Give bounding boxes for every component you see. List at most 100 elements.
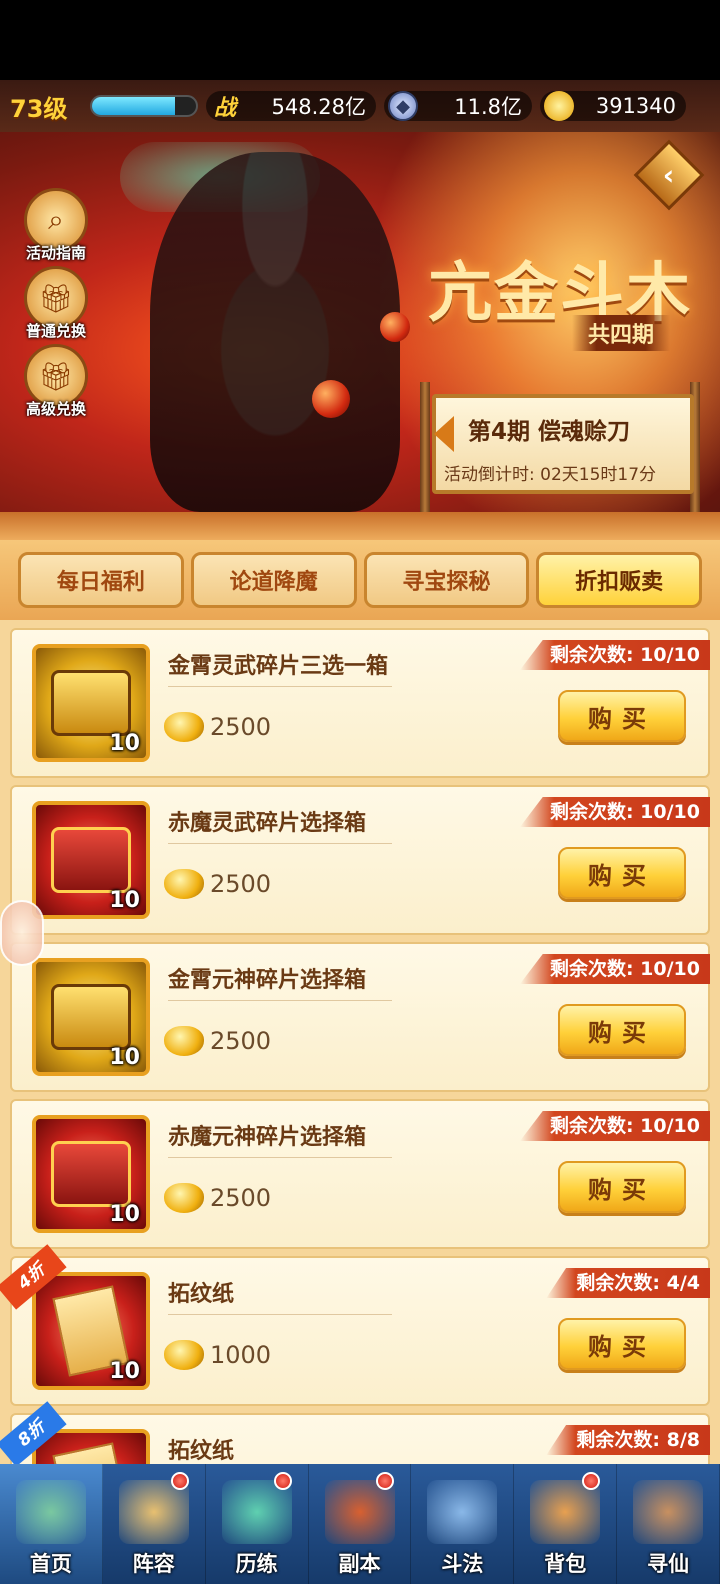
chest-item-image: [51, 827, 131, 893]
xp-bar-fill: [92, 97, 176, 115]
chest-item-image: [51, 670, 131, 736]
advanced-exchange-button[interactable]: 🎁︎ 高级兑换: [18, 344, 94, 419]
item-name: 金霄元神碎片选择箱: [168, 968, 367, 993]
chevron-left-icon: ‹: [663, 158, 675, 192]
shop-list[interactable]: 10 金霄灵武碎片三选一箱 2500 剩余次数: 10/10 购买 10 赤魔灵…: [0, 620, 720, 1464]
chest-item-image: [51, 1141, 131, 1207]
floating-pet-avatar[interactable]: [0, 900, 44, 966]
bottom-navigation: 首页 阵容 历练 副本 斗法 背包 寻仙: [0, 1464, 720, 1584]
chest-item-image: [51, 984, 131, 1050]
remaining-count: 剩余次数: 10/10: [519, 797, 710, 827]
divider: [168, 1157, 392, 1158]
divider: [168, 1314, 392, 1315]
nav-item-4[interactable]: 斗法: [411, 1464, 515, 1584]
coin-value: 11.8亿: [454, 95, 522, 119]
shop-item-card: 10 赤魔灵武碎片选择箱 2500 剩余次数: 10/10 购买: [10, 785, 710, 935]
shop-item-card: 10 金霄灵武碎片三选一箱 2500 剩余次数: 10/10 购买: [10, 628, 710, 778]
tab-debate-demons[interactable]: 论道降魔: [190, 552, 357, 608]
period-board: 第4期 偿魂赊刀 活动倒计时: 02天15时17分: [432, 394, 694, 494]
gold-ingot-icon: [544, 91, 574, 121]
event-banner: ⌕ 活动指南 🎁︎ 普通兑换 🎁︎ 高级兑换 ‹ 亢金斗木 共四期 第4期 偿魂…: [0, 132, 720, 530]
item-price: 2500: [164, 869, 271, 899]
shop-item-card: 10 4折 拓纹纸 1000 剩余次数: 4/4 购买: [0, 1244, 710, 1406]
nav-item-6[interactable]: 寻仙: [617, 1464, 720, 1584]
remaining-count: 剩余次数: 10/10: [519, 640, 710, 670]
nav-item-1[interactable]: 阵容: [103, 1464, 206, 1584]
item-quantity: 10: [109, 1202, 140, 1227]
notification-dot: [273, 1472, 292, 1490]
period-prev-arrow-icon[interactable]: [434, 416, 454, 452]
item-thumbnail[interactable]: 10: [32, 958, 150, 1076]
character-illustration: [150, 152, 400, 512]
shop-item-card: 8折 拓纹纸 剩余次数: 8/8: [0, 1401, 710, 1464]
xp-bar: [90, 95, 198, 117]
buy-button[interactable]: 购买: [558, 1004, 686, 1056]
battle-power-icon: 战: [213, 96, 236, 121]
event-subtitle: 共四期: [572, 315, 671, 351]
period-name: 第4期 偿魂赊刀: [468, 419, 631, 445]
item-name: 拓纹纸: [168, 1439, 235, 1464]
item-thumbnail[interactable]: 10: [32, 1272, 150, 1390]
gold-ingot-icon: [164, 1340, 204, 1370]
shop-item-card: 10 赤魔元神碎片选择箱 2500 剩余次数: 10/10 购买: [10, 1099, 710, 1249]
event-guide-button[interactable]: ⌕ 活动指南: [18, 188, 94, 263]
fire-orb: [380, 312, 410, 342]
shop-item-card: 10 金霄元神碎片选择箱 2500 剩余次数: 10/10 购买: [10, 942, 710, 1092]
item-thumbnail[interactable]: 10: [32, 1115, 150, 1233]
remaining-count: 剩余次数: 4/4: [546, 1268, 710, 1298]
gold-ingot-icon: [164, 712, 204, 742]
fire-orb: [312, 380, 350, 418]
nav-item-2[interactable]: 历练: [206, 1464, 309, 1584]
tab-discount-sale[interactable]: 折扣贩卖: [536, 552, 702, 608]
nav-item-0[interactable]: 首页: [0, 1464, 103, 1584]
item-price: 2500: [164, 1026, 271, 1056]
nav-item-5[interactable]: 背包: [514, 1464, 618, 1584]
home-mountain-icon: [15, 1480, 86, 1544]
tab-treasure-hunt[interactable]: 寻宝探秘: [363, 552, 530, 608]
gold-ingot-icon: [164, 1026, 204, 1056]
notification-dot: [170, 1472, 189, 1490]
item-name: 赤魔元神碎片选择箱: [168, 1125, 367, 1150]
divider: [168, 686, 392, 687]
item-quantity: 10: [109, 731, 140, 756]
item-price: 2500: [164, 712, 271, 742]
duel-sword-icon: [427, 1480, 498, 1544]
gold-ingot-icon: [164, 869, 204, 899]
item-quantity: 10: [109, 1045, 140, 1070]
power-display: 战 548.28亿: [206, 91, 376, 121]
player-level: 73级: [10, 94, 68, 123]
item-quantity: 10: [109, 888, 140, 913]
item-name: 拓纹纸: [168, 1282, 235, 1307]
ingot-display[interactable]: 391340: [540, 91, 686, 121]
normal-exchange-button[interactable]: 🎁︎ 普通兑换: [18, 266, 94, 341]
status-bar: 73级 战 548.28亿 ◆ 11.8亿 391340: [0, 80, 720, 132]
item-thumbnail[interactable]: 10: [32, 801, 150, 919]
power-value: 548.28亿: [271, 95, 366, 119]
gold-ingot-icon: [164, 1183, 204, 1213]
tab-daily-welfare[interactable]: 每日福利: [18, 552, 184, 608]
item-quantity: 10: [109, 1359, 140, 1384]
divider: [168, 1000, 392, 1001]
coin-display[interactable]: ◆ 11.8亿: [384, 91, 532, 121]
ingot-value: 391340: [595, 94, 676, 118]
nav-item-3[interactable]: 副本: [309, 1464, 412, 1584]
remaining-count: 剩余次数: 10/10: [519, 1111, 710, 1141]
divider: [168, 843, 392, 844]
item-price: 1000: [164, 1340, 271, 1370]
buy-button[interactable]: 购买: [558, 847, 686, 899]
copper-coin-icon: ◆: [388, 91, 418, 121]
item-price: 2500: [164, 1183, 271, 1213]
remaining-count: 剩余次数: 8/8: [546, 1425, 710, 1455]
remaining-count: 剩余次数: 10/10: [519, 954, 710, 984]
seek-immortal-scroll-icon: [633, 1480, 704, 1544]
countdown-text: 活动倒计时: 02天15时17分: [444, 465, 657, 485]
item-name: 赤魔灵武碎片选择箱: [168, 811, 367, 836]
buy-button[interactable]: 购买: [558, 690, 686, 742]
paper-item-image: [52, 1442, 130, 1464]
buy-button[interactable]: 购买: [558, 1318, 686, 1370]
buy-button[interactable]: 购买: [558, 1161, 686, 1213]
banner-divider: [0, 512, 720, 542]
item-name: 金霄灵武碎片三选一箱: [168, 654, 389, 679]
item-thumbnail[interactable]: 10: [32, 644, 150, 762]
tab-bar: 每日福利 论道降魔 寻宝探秘 折扣贩卖: [0, 540, 720, 620]
